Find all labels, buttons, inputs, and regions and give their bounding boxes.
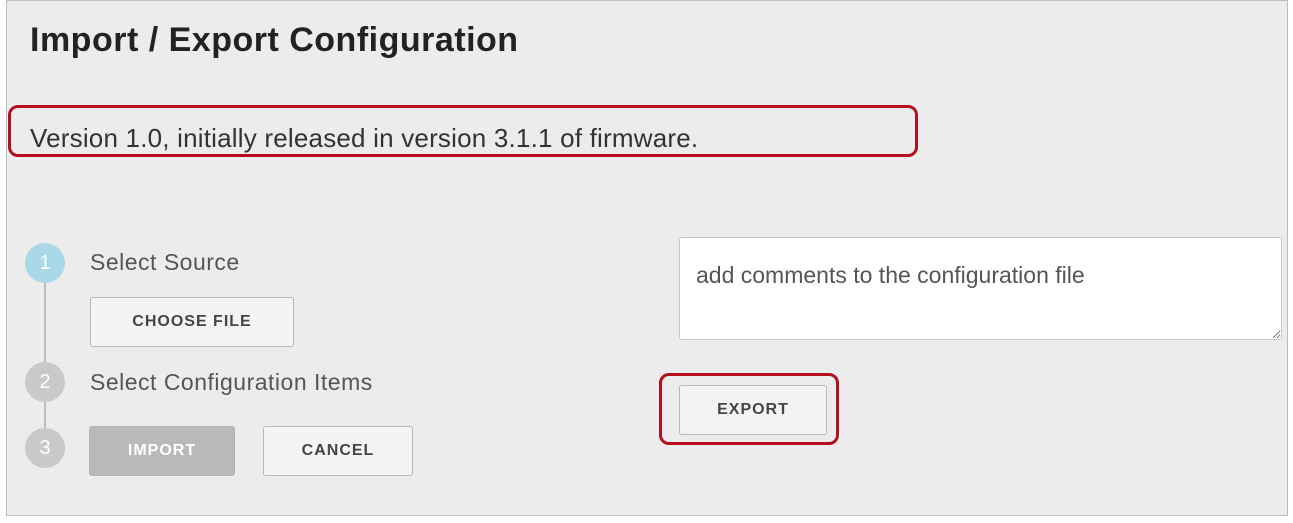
comments-textarea[interactable] — [679, 237, 1282, 340]
step-connector-line — [44, 401, 46, 428]
step-3-indicator: 3 — [25, 428, 65, 468]
export-highlight-box — [659, 373, 839, 445]
step-1-label: Select Source — [90, 249, 240, 275]
step-connector-line — [44, 282, 46, 367]
version-highlight-box — [8, 105, 918, 157]
step-2-indicator: 2 — [25, 362, 65, 402]
cancel-button[interactable]: CANCEL — [263, 426, 413, 476]
import-button[interactable]: IMPORT — [89, 426, 235, 476]
choose-file-button[interactable]: CHOOSE FILE — [90, 297, 294, 347]
step-2-label: Select Configuration Items — [90, 369, 373, 395]
page-title: Import / Export Configuration — [30, 21, 519, 59]
step-1-indicator: 1 — [25, 243, 65, 283]
